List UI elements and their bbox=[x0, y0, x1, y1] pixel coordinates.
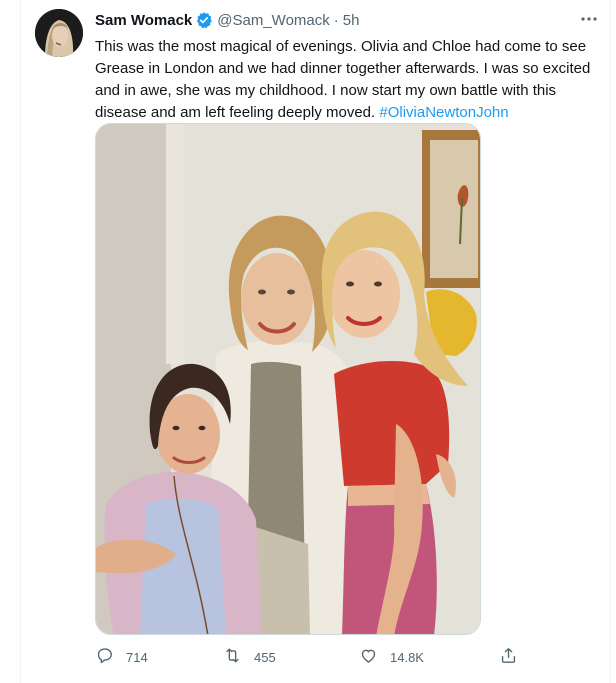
reply-icon bbox=[95, 646, 114, 668]
retweet-icon bbox=[223, 646, 242, 668]
separator-dot: · bbox=[333, 11, 339, 29]
share-button[interactable] bbox=[499, 646, 518, 668]
tweet-photo[interactable] bbox=[95, 123, 481, 635]
retweet-count: 455 bbox=[254, 649, 276, 665]
tweet-body: This was the most magical of evenings. O… bbox=[95, 38, 591, 121]
hashtag-link[interactable]: #OliviaNewtonJohn bbox=[379, 104, 508, 121]
timestamp[interactable]: 5h bbox=[343, 12, 360, 29]
verified-badge-icon bbox=[195, 11, 213, 29]
like-count: 14.8K bbox=[390, 649, 424, 665]
tweet-header: Sam Womack @Sam_Womack · 5h bbox=[95, 10, 359, 30]
avatar[interactable] bbox=[35, 9, 83, 57]
more-icon[interactable] bbox=[575, 8, 603, 30]
tweet-actions: 714 455 14.8K bbox=[95, 646, 525, 668]
retweet-button[interactable]: 455 bbox=[223, 646, 276, 668]
reply-count: 714 bbox=[126, 649, 148, 665]
share-icon bbox=[499, 646, 518, 668]
like-icon bbox=[359, 646, 378, 668]
like-button[interactable]: 14.8K bbox=[359, 646, 424, 668]
author-name[interactable]: Sam Womack bbox=[95, 12, 192, 29]
author-handle[interactable]: @Sam_Womack bbox=[217, 12, 329, 29]
tweet-text: This was the most magical of evenings. O… bbox=[95, 36, 600, 124]
reply-button[interactable]: 714 bbox=[95, 646, 148, 668]
